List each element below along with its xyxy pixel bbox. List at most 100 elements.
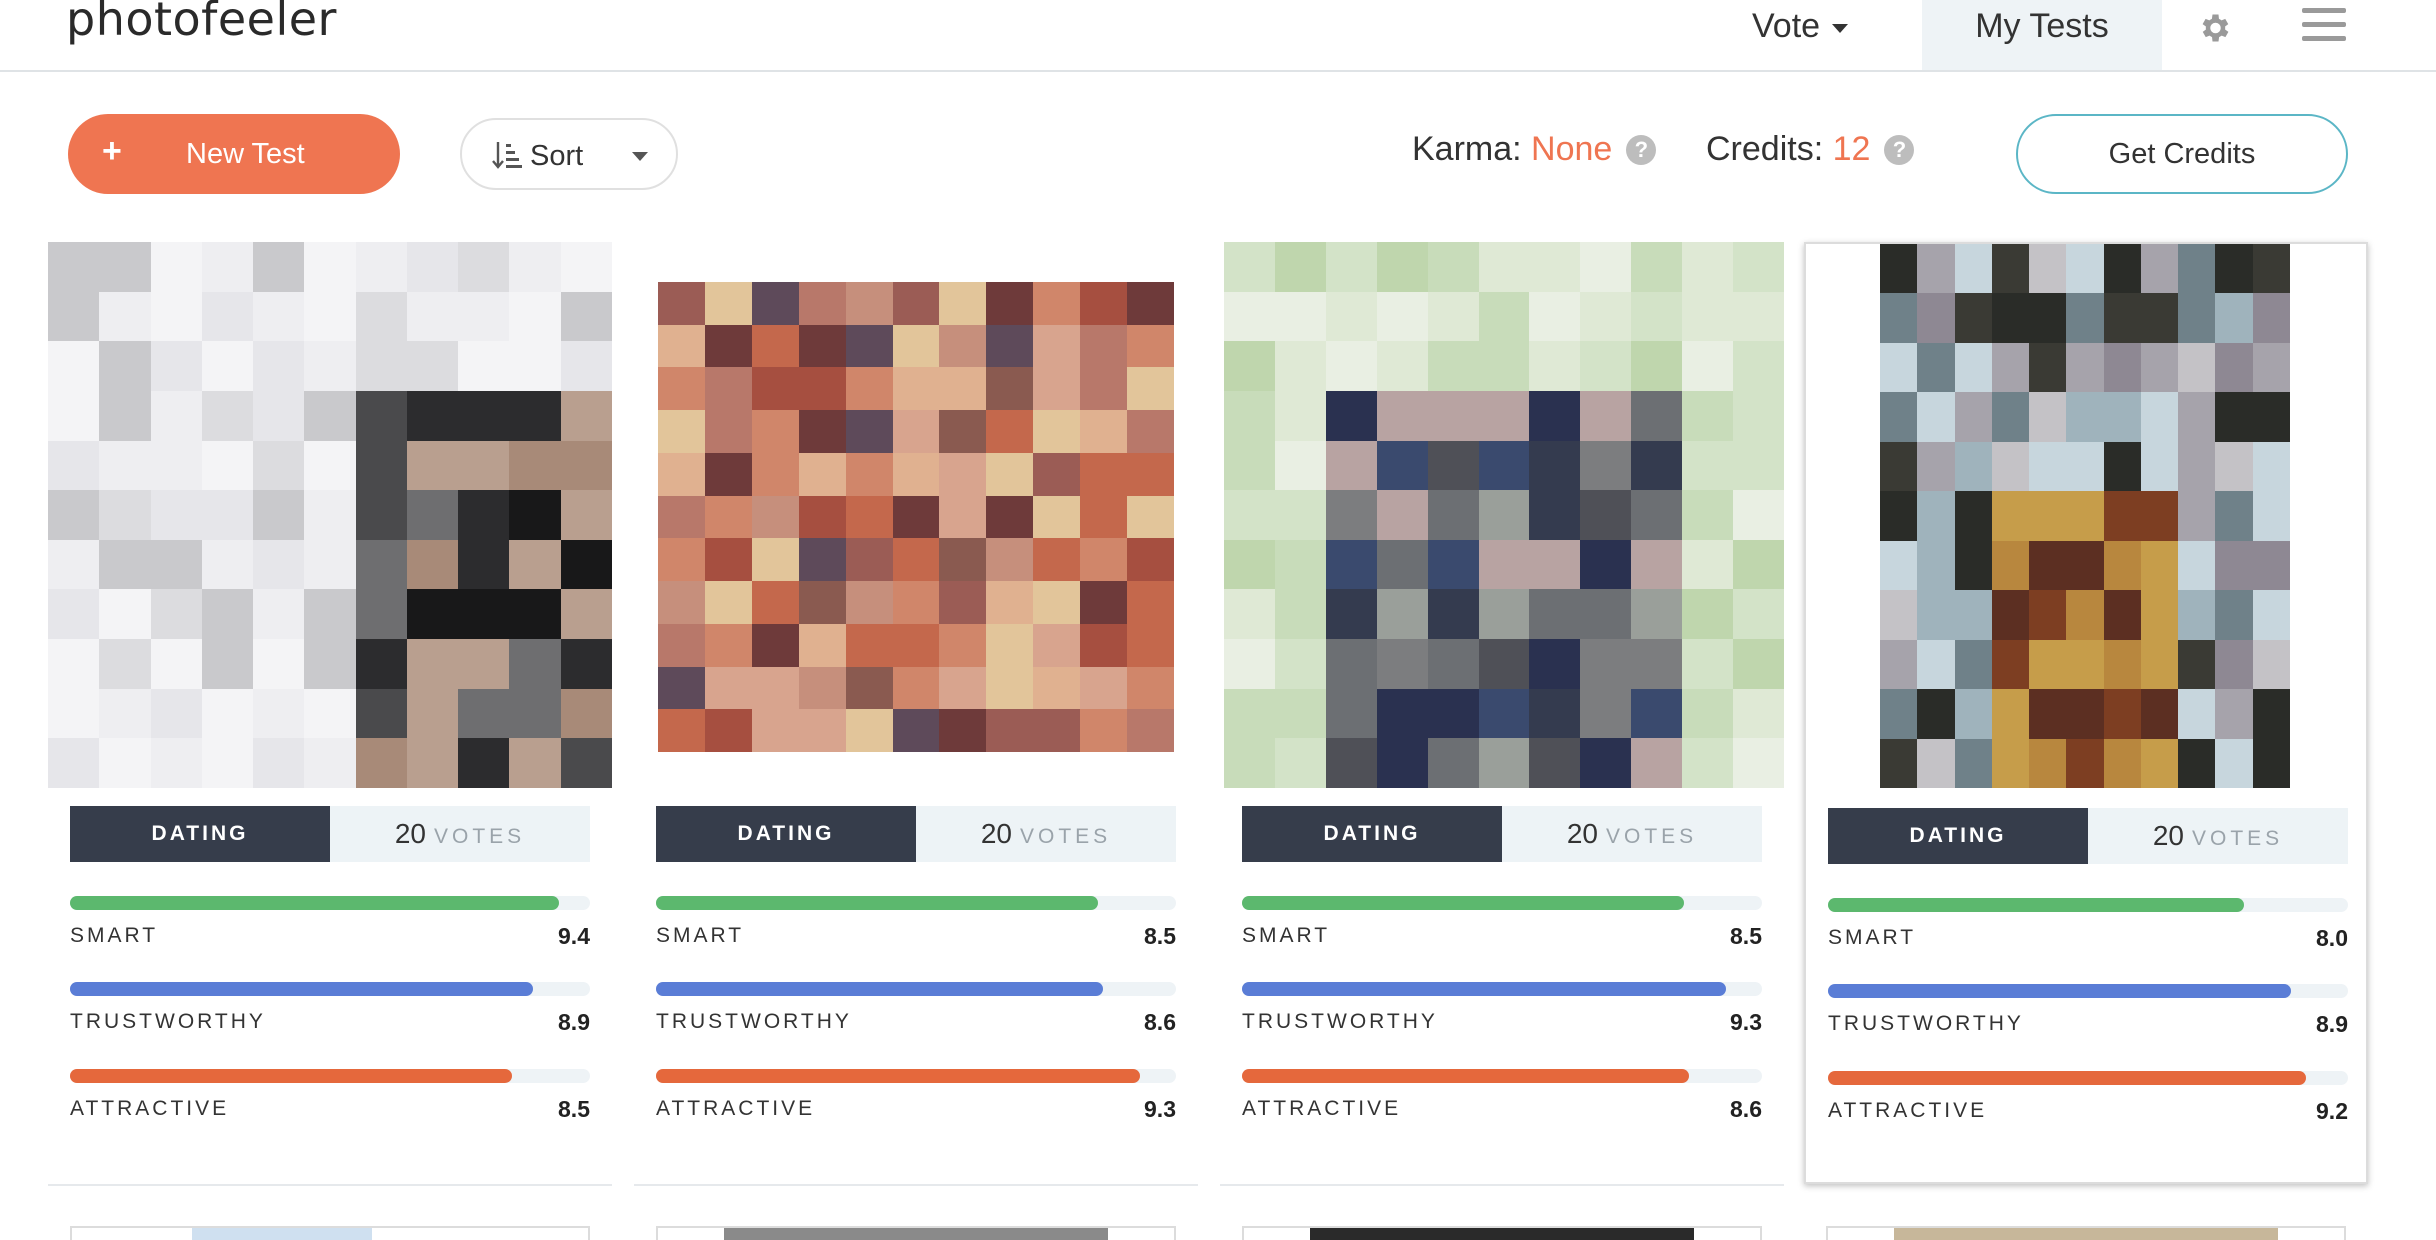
score-bar: [1242, 1069, 1690, 1083]
test-meta: DATING 20 VOTES: [1828, 808, 2348, 864]
score-bar: [70, 982, 533, 996]
metric-label: TRUSTWORTHY: [1242, 1010, 1438, 1033]
test-photo[interactable]: [634, 242, 1198, 788]
karma-value: None: [1531, 130, 1613, 168]
votes-label: VOTES: [433, 825, 526, 848]
votes-count: 20 VOTES: [1502, 806, 1762, 862]
votes-label: VOTES: [1019, 825, 1112, 848]
pixelated-photo: [1880, 244, 2290, 788]
votes-count: 20 VOTES: [2088, 808, 2348, 864]
metric-label: TRUSTWORTHY: [70, 1010, 266, 1033]
metric-value: 9.2: [2316, 1098, 2348, 1124]
metric-value: 8.0: [2316, 925, 2348, 951]
metric-value: 8.9: [2316, 1011, 2348, 1037]
score-bar: [656, 896, 1098, 910]
metric-smart: SMART 8.5: [656, 896, 1176, 952]
divider: [1220, 1184, 1784, 1186]
score-bar: [1828, 984, 2291, 998]
votes-count: 20 VOTES: [330, 806, 590, 862]
test-card[interactable]: [1826, 1226, 2346, 1240]
metric-label: ATTRACTIVE: [1242, 1097, 1402, 1120]
menu-icon[interactable]: [2302, 8, 2346, 48]
votes-label: VOTES: [2191, 827, 2284, 850]
pixelated-photo: [48, 242, 612, 788]
score-bar: [70, 1069, 512, 1083]
metric-label: ATTRACTIVE: [70, 1097, 230, 1120]
metric-trustworthy: TRUSTWORTHY 9.3: [1242, 982, 1762, 1038]
score-bar: [70, 896, 559, 910]
pixelated-photo: [1224, 242, 1784, 788]
metric-attractive: ATTRACTIVE 8.5: [70, 1069, 590, 1125]
metric-label: ATTRACTIVE: [1828, 1099, 1988, 1122]
test-card[interactable]: DATING 20 VOTES SMART 8.0 TRUSTWORTHY 8.9…: [1804, 242, 2368, 1184]
metric-trustworthy: TRUSTWORTHY 8.9: [70, 982, 590, 1038]
help-icon[interactable]: ?: [1884, 135, 1915, 165]
metric-label: SMART: [656, 924, 745, 947]
test-meta: DATING 20 VOTES: [656, 806, 1176, 862]
score-bar: [1242, 896, 1684, 910]
karma-label: Karma:: [1412, 130, 1522, 168]
test-card[interactable]: [656, 1226, 1176, 1240]
score-bar: [656, 1069, 1140, 1083]
votes-label: VOTES: [1605, 825, 1698, 848]
top-navigation-bar: photofeeler Vote My Tests: [0, 0, 2436, 72]
pixelated-photo: [658, 282, 1174, 752]
nav-vote-dropdown[interactable]: Vote: [1752, 0, 1849, 70]
metric-attractive: ATTRACTIVE 9.3: [656, 1069, 1176, 1125]
gear-icon[interactable]: [2196, 10, 2232, 46]
category-badge[interactable]: DATING: [1828, 808, 2088, 864]
sort-dropdown[interactable]: Sort: [460, 118, 678, 190]
metric-value: 9.3: [1144, 1096, 1176, 1122]
help-icon[interactable]: ?: [1626, 135, 1657, 165]
votes-number: 20: [394, 818, 426, 849]
metric-trustworthy: TRUSTWORTHY 8.6: [656, 982, 1176, 1038]
new-test-button[interactable]: + New Test: [68, 114, 400, 194]
divider: [48, 1184, 612, 1186]
metric-attractive: ATTRACTIVE 9.2: [1828, 1071, 2348, 1127]
votes-number: 20: [1566, 818, 1598, 849]
category-badge[interactable]: DATING: [1242, 806, 1502, 862]
credits-display: Credits: 12?: [1706, 130, 1915, 169]
get-credits-button[interactable]: Get Credits: [2016, 114, 2348, 194]
metric-value: 8.5: [558, 1096, 590, 1122]
credits-label: Credits:: [1706, 130, 1824, 168]
test-photo[interactable]: [1806, 244, 2370, 790]
test-card[interactable]: DATING 20 VOTES SMART 8.5 TRUSTWORTHY 8.6…: [634, 242, 1198, 1184]
chevron-down-icon: [1832, 23, 1849, 33]
metric-label: ATTRACTIVE: [656, 1097, 816, 1120]
test-photo[interactable]: [48, 242, 612, 788]
test-card[interactable]: DATING 20 VOTES SMART 8.5 TRUSTWORTHY 9.3…: [1220, 242, 1784, 1184]
test-meta: DATING 20 VOTES: [70, 806, 590, 862]
test-card[interactable]: [70, 1226, 590, 1240]
votes-number: 20: [2152, 820, 2184, 851]
nav-my-tests[interactable]: My Tests: [1922, 0, 2162, 70]
metric-label: TRUSTWORTHY: [1828, 1012, 2024, 1035]
metric-value: 9.3: [1730, 1009, 1762, 1035]
metric-label: TRUSTWORTHY: [656, 1010, 852, 1033]
metric-label: SMART: [70, 924, 159, 947]
score-bar: [1828, 898, 2244, 912]
chevron-down-icon: [632, 152, 648, 161]
credits-value: 12: [1832, 130, 1871, 168]
test-card[interactable]: [1242, 1226, 1762, 1240]
score-bar: [1828, 1071, 2307, 1085]
category-badge[interactable]: DATING: [70, 806, 330, 862]
metric-value: 8.6: [1730, 1096, 1762, 1122]
sort-label: Sort: [530, 140, 584, 172]
test-meta: DATING 20 VOTES: [1242, 806, 1762, 862]
metric-attractive: ATTRACTIVE 8.6: [1242, 1069, 1762, 1125]
logo[interactable]: photofeeler: [66, 0, 337, 46]
test-photo[interactable]: [1220, 242, 1784, 788]
metric-value: 8.5: [1730, 923, 1762, 949]
votes-number: 20: [980, 818, 1012, 849]
sort-icon: [492, 142, 522, 169]
metric-smart: SMART 8.0: [1828, 898, 2348, 954]
metric-smart: SMART 9.4: [70, 896, 590, 952]
metric-label: SMART: [1242, 924, 1331, 947]
test-card[interactable]: DATING 20 VOTES SMART 9.4 TRUSTWORTHY 8.9…: [48, 242, 612, 1184]
new-test-label: New Test: [186, 138, 305, 170]
category-badge[interactable]: DATING: [656, 806, 916, 862]
metric-value: 8.6: [1144, 1009, 1176, 1035]
score-bar: [656, 982, 1104, 996]
plus-icon: +: [102, 132, 122, 170]
